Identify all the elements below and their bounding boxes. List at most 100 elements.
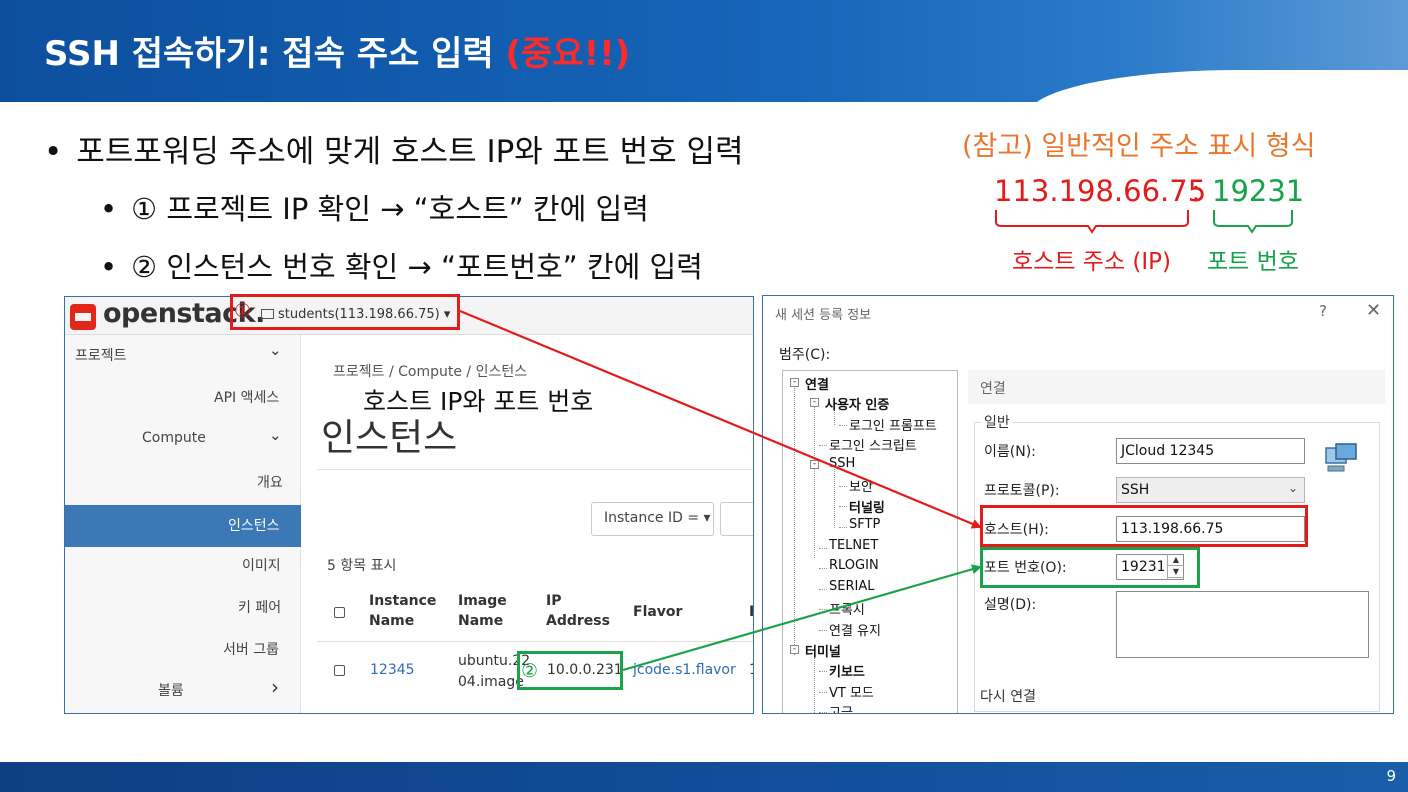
tree-item-advanced[interactable]: 고급 <box>829 702 853 713</box>
collapse-icon[interactable]: - <box>810 460 819 469</box>
name-field[interactable]: JCloud 12345 <box>1116 438 1305 464</box>
header-line: IP <box>546 593 562 609</box>
category-label: 범주(C): <box>779 347 831 363</box>
breadcrumb[interactable]: 프로젝트 / Compute / 인스턴스 <box>333 361 527 381</box>
collapse-icon[interactable]: - <box>810 398 819 407</box>
port-brace <box>1213 210 1293 234</box>
tree-item-keyboard[interactable]: 키보드 <box>829 661 865 680</box>
tree-item-sftp[interactable]: SFTP <box>849 517 880 532</box>
sidebar-item-instances[interactable]: 인스턴스 <box>228 515 280 535</box>
port-field-highlight <box>980 547 1200 588</box>
collapse-icon[interactable]: - <box>790 378 799 387</box>
reference-host-label: 호스트 주소 (IP) <box>1012 249 1172 275</box>
column-header-flavor[interactable]: Flavor <box>633 602 682 622</box>
tree-item-rlogin[interactable]: RLOGIN <box>829 558 879 573</box>
tree-item-login-prompt[interactable]: 로그인 프롬프트 <box>849 415 937 434</box>
cut-cell: 1 <box>749 660 753 680</box>
openstack-sidebar: 프로젝트 ⌄ API 액세스 Compute ⌄ 개요 인스턴스 이미지 키 페… <box>65 335 301 713</box>
tree-item-security[interactable]: 보안 <box>849 476 873 495</box>
close-button[interactable]: ✕ <box>1366 300 1381 321</box>
marker-1: ① <box>234 300 252 322</box>
tree-line <box>819 445 827 446</box>
sidebar-item-overview[interactable]: 개요 <box>257 472 283 492</box>
sidebar-item-key-pairs[interactable]: 키 페어 <box>238 597 281 617</box>
general-group-title: 일반 <box>981 412 1013 432</box>
tree-item-login-script[interactable]: 로그인 스크립트 <box>829 435 917 454</box>
reference-port-label: 포트 번호 <box>1207 249 1299 275</box>
tree-item-terminal[interactable]: 터미널 <box>805 641 841 660</box>
tree-item-vt-mode[interactable]: VT 모드 <box>829 682 874 701</box>
tree-item-telnet[interactable]: TELNET <box>829 538 878 553</box>
banner-wave-decoration <box>1028 70 1408 102</box>
openstack-logo-icon <box>70 304 96 330</box>
select-all-checkbox[interactable] <box>334 607 345 618</box>
tree-item-tunneling[interactable]: 터널링 <box>849 497 885 516</box>
item-count: 5 항목 표시 <box>327 558 397 574</box>
tree-line <box>819 589 827 590</box>
tree-line <box>839 506 847 507</box>
tree-line <box>819 548 827 549</box>
image-name-line-2: 04.image <box>458 674 524 690</box>
project-ip-highlight <box>230 294 460 330</box>
tree-item-proxy[interactable]: 프록시 <box>829 599 865 618</box>
sidebar-item-images[interactable]: 이미지 <box>242 555 281 575</box>
column-header-ip-address[interactable]: IP Address <box>546 591 610 631</box>
chevron-down-icon: ⌄ <box>1287 481 1298 495</box>
sidebar-item-compute[interactable]: Compute <box>142 430 206 446</box>
header-line: Address <box>546 613 610 629</box>
chevron-right-icon: › <box>271 675 279 699</box>
marker-2: ② <box>521 660 539 682</box>
sidebar-item-server-groups[interactable]: 서버 그룹 <box>223 639 279 659</box>
tree-item-user-auth[interactable]: 사용자 인증 <box>825 394 889 413</box>
tree-line <box>819 568 827 569</box>
tree-line <box>839 425 847 426</box>
bullet-dot: • <box>100 192 118 226</box>
flavor-link[interactable]: jcode.s1.flavor <box>633 660 736 680</box>
filter-input[interactable] <box>720 502 753 536</box>
protocol-value: SSH <box>1121 482 1150 498</box>
tree-line <box>839 527 847 528</box>
tree-line <box>834 466 835 528</box>
tree-line <box>814 403 815 558</box>
bullet-step-2: • ② 인스턴스 번호 확인 → “포트번호” 칸에 입력 <box>100 244 703 286</box>
tree-item-connection[interactable]: 연결 <box>805 374 829 393</box>
header-line: Instance <box>369 593 437 609</box>
openstack-screenshot: openstack. students(113.198.66.75) ▾ 프로젝… <box>64 296 754 714</box>
slide-title-important: (중요!!) <box>505 34 631 74</box>
tree-item-ssh[interactable]: SSH <box>829 456 855 471</box>
header-line: Name <box>369 613 415 629</box>
slide-title-main: SSH 접속하기: 접속 주소 입력 <box>44 34 506 74</box>
tree-line <box>794 385 795 655</box>
divider <box>317 469 753 470</box>
tree-item-serial[interactable]: SERIAL <box>829 579 874 594</box>
tree-line <box>819 609 827 610</box>
column-header-image-name[interactable]: Image Name <box>458 591 507 631</box>
instance-filter-select[interactable]: Instance ID = ▾ <box>591 502 714 536</box>
collapse-icon[interactable]: - <box>790 645 799 654</box>
chevron-down-icon: ⌄ <box>269 341 282 359</box>
description-textarea[interactable] <box>1116 591 1369 658</box>
tree-line <box>819 630 827 631</box>
protocol-label: 프로토콜(P): <box>984 483 1060 499</box>
chevron-down-icon: ⌄ <box>269 426 282 444</box>
sidebar-item-volumes[interactable]: 볼륨 <box>158 680 184 700</box>
bullet-main-text: 포트포워딩 주소에 맞게 호스트 IP와 포트 번호 입력 <box>76 134 744 170</box>
host-brace <box>995 210 1189 234</box>
instance-name-link[interactable]: 12345 <box>370 660 415 680</box>
row-checkbox[interactable] <box>334 665 345 676</box>
tree-item-keep-alive[interactable]: 연결 유지 <box>829 620 881 639</box>
bullet-dot: • <box>44 134 63 170</box>
tree-line <box>819 692 827 693</box>
protocol-select[interactable]: SSH ⌄ <box>1116 477 1305 503</box>
computer-icon <box>1325 443 1357 472</box>
sidebar-item-api-access[interactable]: API 액세스 <box>214 387 279 407</box>
bullet-step-1: • ① 프로젝트 IP 확인 → “호스트” 칸에 입력 <box>100 186 649 228</box>
sidebar-item-project[interactable]: 프로젝트 <box>75 345 127 365</box>
header-line: Name <box>458 613 504 629</box>
column-header-instance-name[interactable]: Instance Name <box>369 591 436 631</box>
header-line: Image <box>458 593 507 609</box>
footer-bar: 9 <box>0 762 1408 792</box>
reference-host-ip: 113.198.66.75 <box>994 174 1207 208</box>
help-button[interactable]: ? <box>1319 302 1327 320</box>
slide-title: SSH 접속하기: 접속 주소 입력 (중요!!) <box>44 26 630 75</box>
